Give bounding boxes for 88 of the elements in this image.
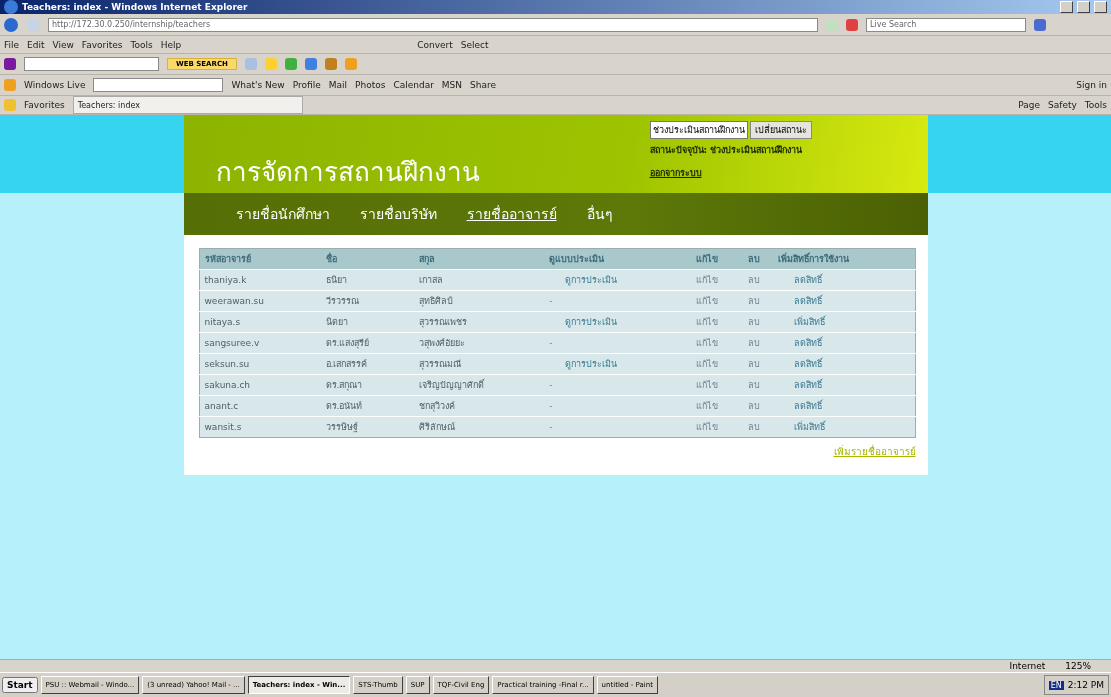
toolbar-link[interactable]: Photos [355, 80, 386, 90]
rights-link[interactable]: ลดสิทธิ์ [778, 359, 823, 369]
table-cell: ดร.อนันท์ [320, 395, 415, 417]
column-header: แก้ไข [679, 248, 736, 270]
table-cell: สุทธิศิลป์ [414, 290, 545, 312]
table-cell: วีรวรรณ [320, 290, 415, 312]
toolbar-link[interactable]: Profile [292, 80, 321, 90]
language-indicator[interactable]: EN [1048, 680, 1064, 690]
command-button[interactable]: Page [1018, 100, 1041, 110]
site-title: การจัดการสถานฝึกงาน [215, 156, 480, 189]
menu-item[interactable]: Tools [130, 39, 153, 50]
table-cell: สุวรรณเพชร [414, 311, 545, 333]
table-cell: anant.c [199, 395, 321, 417]
toolbar-button[interactable]: Select [460, 39, 489, 50]
toolbar-link[interactable]: What's New [231, 80, 285, 90]
table-cell: ดร.แสงสุรีย์ [320, 332, 415, 354]
toolbar-link[interactable]: Share [470, 80, 497, 90]
search-field[interactable]: Live Search [866, 17, 1026, 32]
menu-item[interactable]: File [4, 39, 20, 50]
clock: 2:12 PM [1067, 680, 1104, 690]
nav-link[interactable]: อื่นๆ [586, 203, 613, 225]
rights-link[interactable]: ลดสิทธิ์ [778, 401, 823, 411]
table-cell: ศิริลักษณ์ [414, 416, 545, 438]
table-cell: วรรษิษฐ์ [320, 416, 415, 438]
table-cell: sakuna.ch [199, 374, 321, 396]
live-search-field[interactable] [93, 78, 224, 92]
table-cell: อ.เสกสรรค์ [320, 353, 415, 375]
column-header: สกุล [414, 248, 545, 270]
toolbar-link[interactable]: Mail [328, 80, 347, 90]
rights-link[interactable]: ลดสิทธิ์ [778, 338, 823, 348]
dash-text: - [549, 422, 553, 432]
menu-item[interactable]: View [52, 39, 74, 50]
toolbar-link[interactable]: MSN [441, 80, 463, 90]
minimize-button[interactable] [1060, 1, 1073, 13]
table-cell: วสุพงศ์อัยยะ [414, 332, 545, 354]
rights-link[interactable]: เพิ่มสิทธิ์ [778, 317, 826, 327]
dash-text: - [549, 380, 553, 390]
dash-text: - [549, 296, 553, 306]
favorites-button[interactable]: Favorites [24, 100, 65, 110]
column-header: ดูแบบประเมิน [544, 248, 680, 270]
menu-item[interactable]: Help [160, 39, 182, 50]
status-select[interactable]: ช่วงประเมินสถานฝึกงาน [649, 121, 748, 139]
window-title: Teachers: index - Windows Internet Explorer [22, 2, 249, 12]
browser-tab[interactable]: Teachers: index [72, 96, 303, 114]
table-cell: nitaya.s [199, 311, 321, 333]
nav-link[interactable]: รายชื่อบริษัท [359, 203, 437, 225]
column-header: เพิ่มสิทธิ์การใช้งาน [773, 248, 915, 270]
toolbar-label: Windows Live [24, 80, 86, 90]
command-button[interactable]: Tools [1084, 100, 1107, 110]
yahoo-search-field[interactable] [24, 57, 159, 71]
column-header: ลบ [735, 248, 774, 270]
table-cell: เกาสล [414, 269, 545, 291]
zoom-level[interactable]: 125% [1065, 661, 1091, 671]
sign-in-link[interactable]: Sign in [1076, 80, 1107, 90]
nav-link[interactable]: รายชื่ออาจารย์ [466, 203, 557, 225]
table-cell: ธนิยา [320, 269, 415, 291]
current-status: สถานะปัจจุบัน: ช่วงประเมินสถานฝึกงาน [649, 144, 804, 157]
table-cell: seksun.su [199, 353, 321, 375]
rights-link[interactable]: ลดสิทธิ์ [778, 380, 823, 390]
table-cell: ชกสุวิวงค์ [414, 395, 545, 417]
dash-text: - [549, 338, 553, 348]
table-cell: wansit.s [199, 416, 321, 438]
table-cell: weerawan.su [199, 290, 321, 312]
dash-text: - [549, 401, 553, 411]
column-header: รหัสอาจารย์ [199, 248, 321, 270]
address-field[interactable]: http://172.30.0.250/internship/teachers [48, 17, 818, 32]
table-cell: สุวรรณมณี [414, 353, 545, 375]
close-button[interactable] [1094, 1, 1107, 13]
toolbar-link[interactable]: Calendar [393, 80, 434, 90]
table-cell: เจริญปัญญาศักดิ์ [414, 374, 545, 396]
toolbar-button[interactable]: Convert [417, 39, 453, 50]
menu-item[interactable]: Favorites [81, 39, 123, 50]
column-header: ชื่อ [320, 248, 415, 270]
nav-link[interactable]: รายชื่อนักศึกษา [235, 203, 330, 225]
table-cell: sangsuree.v [199, 332, 321, 354]
logout-link[interactable]: ออกจากระบบ [649, 168, 702, 178]
rights-link[interactable]: เพิ่มสิทธิ์ [778, 422, 826, 432]
rights-link[interactable]: ลดสิทธิ์ [778, 275, 823, 285]
rights-link[interactable]: ลดสิทธิ์ [778, 296, 823, 306]
maximize-button[interactable] [1077, 1, 1090, 13]
table-cell: ดร.สกุณา [320, 374, 415, 396]
menu-item[interactable]: Edit [27, 39, 45, 50]
command-button[interactable]: Safety [1048, 100, 1077, 110]
start-button[interactable]: Start [2, 677, 38, 693]
table-cell: thaniya.k [199, 269, 321, 291]
zone-label: Internet [1009, 661, 1046, 671]
table-cell: นิตยา [320, 311, 415, 333]
change-status-button[interactable]: เปลี่ยนสถานะ [749, 121, 812, 139]
